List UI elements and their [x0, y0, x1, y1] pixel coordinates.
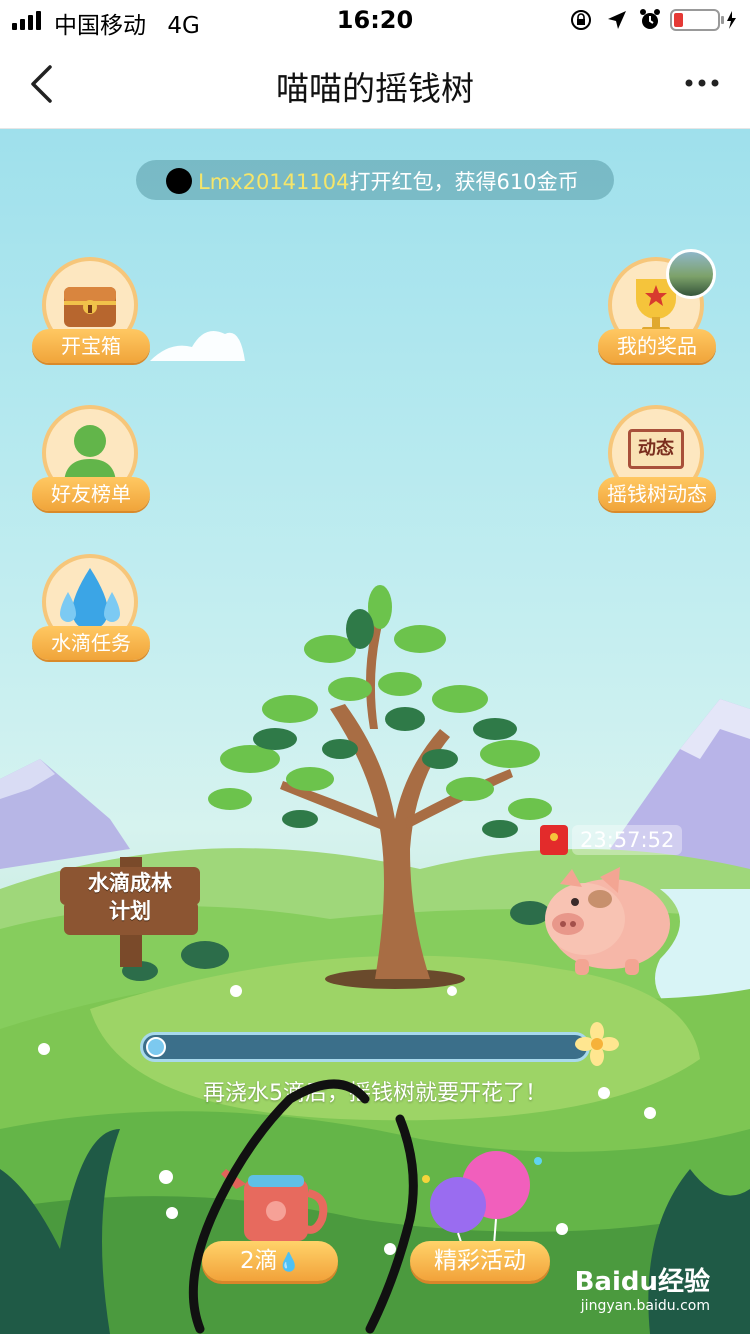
- my-prizes-button[interactable]: 我的奖品: [598, 249, 718, 365]
- more-icon[interactable]: [684, 78, 720, 88]
- prize-thumbnail: [666, 249, 716, 299]
- status-bar: 中国移动 4G 16:20: [0, 0, 750, 40]
- bloom-progress-bar: [140, 1032, 590, 1062]
- watermark-brand: Baidu经验: [574, 1267, 710, 1297]
- reward-notification-banner: Lmx20141104打开红包，获得610金币: [136, 160, 614, 200]
- sign-line-1: 水滴成林: [88, 871, 172, 895]
- balloons-icon: [422, 1151, 542, 1246]
- open-treasure-button[interactable]: 开宝箱: [32, 257, 152, 365]
- page-title: 喵喵的摇钱树: [276, 69, 474, 108]
- alarm-icon: [640, 9, 660, 29]
- watermark-url: jingyan.baidu.com: [580, 1298, 710, 1314]
- flower-icon: [575, 1022, 619, 1066]
- open-treasure-label: 开宝箱: [32, 329, 150, 363]
- my-prizes-label: 我的奖品: [598, 329, 716, 363]
- dynamics-icon-text: 动态: [628, 429, 684, 469]
- red-packet-timer[interactable]: 23:57:52: [540, 823, 690, 857]
- tree-dynamics-button[interactable]: 动态 摇钱树动态: [598, 405, 718, 513]
- battery-icon: [670, 9, 736, 31]
- banner-username: Lmx20141104: [198, 170, 350, 194]
- water-tasks-label: 水滴任务: [32, 626, 150, 660]
- countdown-text: 23:57:52: [572, 825, 683, 855]
- water-forest-plan-sign[interactable]: 水滴成林 计划: [60, 869, 200, 925]
- tree-dynamics-label: 摇钱树动态: [598, 477, 716, 511]
- red-packet-icon: [540, 825, 568, 855]
- friends-leaderboard-button[interactable]: 好友榜单: [32, 405, 152, 513]
- location-icon: [608, 11, 626, 29]
- friends-leaderboard-label: 好友榜单: [32, 477, 150, 511]
- banner-message: 打开红包，获得610金币: [349, 170, 579, 194]
- money-tree-game: Lmx20141104打开红包，获得610金币 开宝箱 好友榜单 水滴任务 我的…: [0, 129, 750, 1334]
- sign-line-2: 计划: [109, 899, 151, 923]
- baidu-watermark: Baidu经验 jingyan.baidu.com: [575, 1261, 710, 1314]
- user-avatar: [166, 168, 192, 194]
- rotation-lock-icon: [571, 10, 591, 30]
- navigation-bar: 喵喵的摇钱树: [0, 40, 750, 129]
- water-tasks-button[interactable]: 水滴任务: [32, 554, 152, 662]
- events-label: 精彩活动: [410, 1241, 550, 1281]
- progress-knob: [146, 1037, 166, 1057]
- events-button[interactable]: 精彩活动: [410, 1149, 560, 1289]
- annotation-scribble: [188, 1079, 418, 1334]
